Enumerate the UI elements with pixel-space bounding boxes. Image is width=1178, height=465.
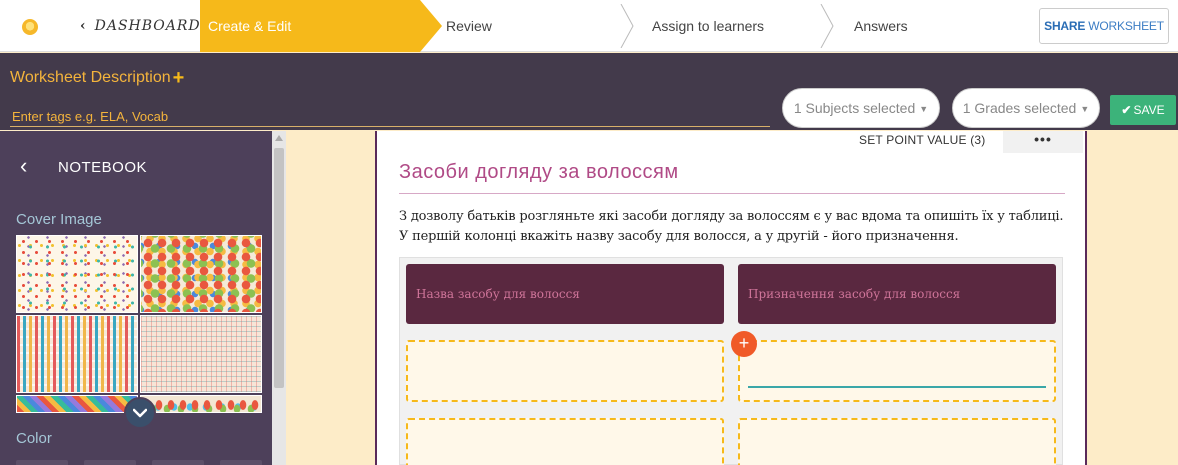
add-row-button[interactable]: + <box>731 331 757 357</box>
step-separator-icon <box>620 4 634 48</box>
answer-table: Назва засобу для волосся Призначення зас… <box>399 257 1063 465</box>
scrollbar-thumb[interactable] <box>274 148 284 388</box>
more-options-button[interactable]: ••• <box>1003 131 1083 153</box>
subjects-value: 1 Subjects selected <box>793 100 916 116</box>
color-swatch[interactable] <box>84 460 136 465</box>
step-assign[interactable]: Assign to learners <box>652 0 812 52</box>
answer-cell[interactable] <box>406 418 724 465</box>
caret-down-icon: ▼ <box>919 104 929 114</box>
chevron-left-icon[interactable]: ‹ <box>20 155 27 177</box>
grades-value: 1 Grades selected <box>962 100 1077 116</box>
answer-cell[interactable] <box>738 418 1056 465</box>
expand-covers-button[interactable] <box>124 397 156 429</box>
save-label: SAVE <box>1133 103 1165 117</box>
step-label: Answers <box>854 18 908 34</box>
title-divider <box>399 193 1065 194</box>
cover-image-label: Cover Image <box>16 211 102 228</box>
set-point-value-button[interactable]: SET POINT VALUE (3) <box>859 133 986 147</box>
worksheet-page: SET POINT VALUE (3) ••• Засоби догляду з… <box>375 131 1087 465</box>
plus-icon: + <box>172 67 185 89</box>
checkmark-icon: ✔ <box>1121 103 1132 117</box>
step-arrow-active <box>420 0 442 52</box>
worksheet-description-toggle[interactable]: Worksheet Description + <box>10 67 184 90</box>
cover-thumbnail-leaves[interactable] <box>140 395 262 413</box>
answer-cell[interactable] <box>738 340 1056 402</box>
dashboard-label: Dashboard <box>94 18 201 34</box>
answer-cell[interactable] <box>406 340 724 402</box>
color-swatch[interactable] <box>220 460 262 465</box>
workflow-steps: Create & Edit Review Assign to learners … <box>200 0 1020 52</box>
app-logo-icon[interactable] <box>22 19 38 35</box>
dashboard-link[interactable]: ‹ Dashboard <box>80 0 201 52</box>
step-label: Review <box>446 18 492 34</box>
save-button[interactable]: ✔ SAVE <box>1110 95 1176 125</box>
column-header[interactable]: Назва засобу для волосся <box>406 264 724 324</box>
cover-thumbnail-trees[interactable] <box>140 235 262 313</box>
share-label-rest: WORKSHEET <box>1085 19 1164 33</box>
chevron-down-icon <box>133 408 147 418</box>
subjects-dropdown[interactable]: 1 Subjects selected ▼ <box>782 88 940 128</box>
step-answers[interactable]: Answers <box>854 0 994 52</box>
share-worksheet-button[interactable]: SHARE WORKSHEET <box>1039 8 1169 44</box>
cover-thumbnail-confetti[interactable] <box>16 235 138 313</box>
color-swatch[interactable] <box>152 460 204 465</box>
step-label: Create & Edit <box>208 18 292 34</box>
cover-thumbnail-zigzag[interactable] <box>16 395 138 413</box>
tags-input[interactable] <box>10 107 770 127</box>
chevron-left-icon: ‹ <box>80 18 87 34</box>
column-header[interactable]: Призначення засобу для волосся <box>738 264 1056 324</box>
cover-thumbnail-houses[interactable] <box>16 315 138 393</box>
top-nav-bar: ‹ Dashboard Create & Edit Review Assign t… <box>0 0 1178 52</box>
worksheet-title[interactable]: Засоби догляду за волоссям <box>399 161 679 184</box>
caret-down-icon: ▼ <box>1080 104 1090 114</box>
scroll-up-icon[interactable] <box>275 135 283 141</box>
color-label: Color <box>16 430 52 447</box>
sidebar-title: NOTEBOOK <box>58 159 148 176</box>
step-separator-icon <box>820 4 834 48</box>
worksheet-instructions[interactable]: З дозволу батьків розгляньте які засоби … <box>399 207 1071 247</box>
text-cursor-underline <box>748 386 1046 388</box>
step-create-edit[interactable]: Create & Edit <box>200 0 420 52</box>
step-label: Assign to learners <box>652 18 765 34</box>
grades-dropdown[interactable]: 1 Grades selected ▼ <box>952 88 1100 128</box>
cover-thumbnail-plaid[interactable] <box>140 315 262 393</box>
description-title: Worksheet Description <box>10 69 171 86</box>
step-review[interactable]: Review <box>446 0 606 52</box>
notebook-sidebar: ‹ NOTEBOOK Cover Image Color <box>0 131 272 465</box>
color-swatch[interactable] <box>16 460 68 465</box>
share-label-bold: SHARE <box>1044 19 1086 33</box>
